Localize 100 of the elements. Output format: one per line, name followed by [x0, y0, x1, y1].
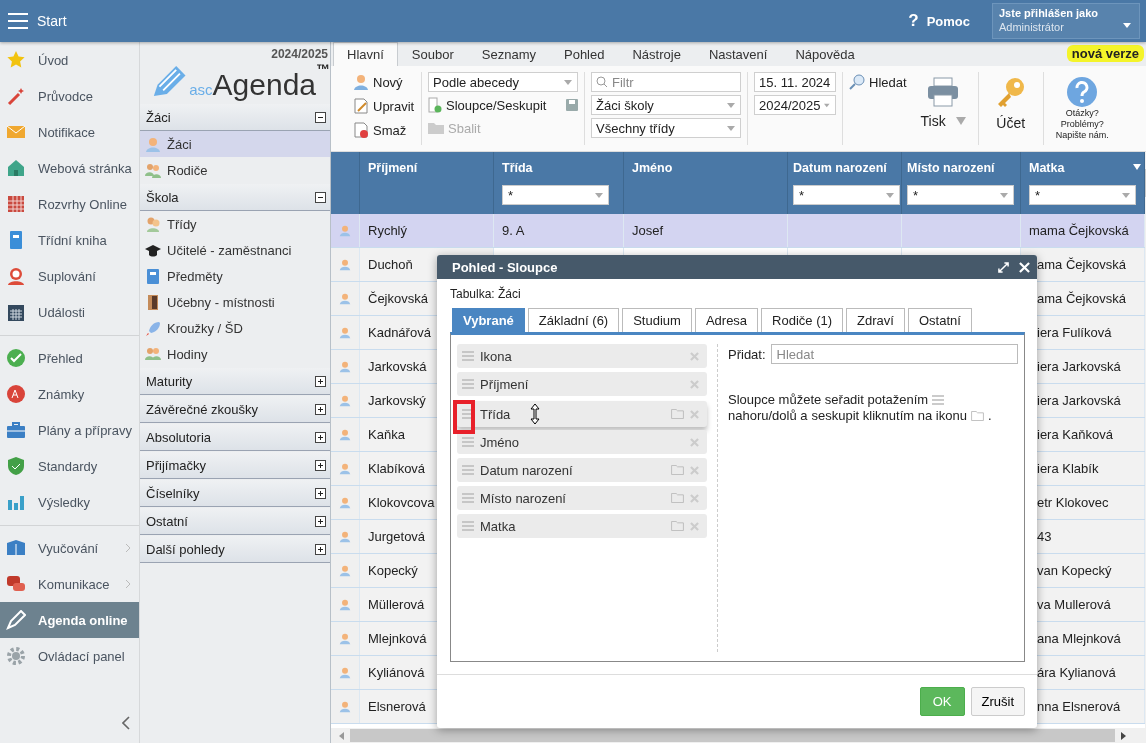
table-row[interactable]: Rychlý 9. A Josef mama Čejkovská: [331, 214, 1145, 248]
nav-item[interactable]: Komunikace: [0, 566, 139, 602]
year-select[interactable]: 2024/2025: [754, 95, 836, 115]
nav-item[interactable]: Průvodce: [0, 78, 139, 114]
drag-handle-icon[interactable]: [462, 493, 474, 503]
column-item[interactable]: Matka: [457, 514, 707, 538]
remove-icon[interactable]: [690, 437, 699, 447]
column-header[interactable]: Datum narození: [793, 161, 887, 175]
toolbar-button[interactable]: Upravit: [353, 96, 415, 116]
column-filter[interactable]: *: [1029, 185, 1136, 205]
dialog-tab[interactable]: Vybrané: [452, 308, 525, 332]
nav-item[interactable]: Třídní kniha: [0, 222, 139, 258]
column-header[interactable]: Třída: [502, 161, 533, 175]
nav-item[interactable]: Rozvrhy Online: [0, 186, 139, 222]
maximize-icon[interactable]: [998, 261, 1009, 273]
class-select[interactable]: Všechny třídy: [591, 118, 741, 138]
remove-icon[interactable]: [690, 351, 699, 361]
columns-button[interactable]: Sloupce/Seskupit: [428, 95, 547, 115]
nav-item[interactable]: Úvod: [0, 42, 139, 78]
column-header[interactable]: Příjmení: [368, 161, 418, 175]
filter-field[interactable]: Filtr: [591, 72, 741, 92]
column-item[interactable]: Datum narození: [457, 458, 707, 482]
dropdown-caret-icon[interactable]: [1133, 164, 1141, 170]
sidebar-item[interactable]: Předměty: [140, 263, 330, 289]
scroll-left-icon[interactable]: [339, 731, 344, 740]
close-icon[interactable]: [1019, 261, 1030, 273]
search-button[interactable]: Hledat: [849, 72, 907, 92]
account-button[interactable]: Účet: [994, 72, 1027, 131]
column-filter[interactable]: *: [907, 185, 1014, 205]
user-menu[interactable]: Jste přihlášen jako Administrátor: [992, 3, 1140, 39]
drag-handle-icon[interactable]: [462, 521, 474, 531]
remove-icon[interactable]: [690, 465, 699, 475]
drag-handle-icon[interactable]: [462, 409, 474, 419]
sidebar-item[interactable]: Rodiče: [140, 157, 330, 183]
sidebar-item[interactable]: Kroužky / ŠD: [140, 315, 330, 341]
folder-icon[interactable]: [671, 465, 684, 475]
start-label[interactable]: Start: [37, 13, 67, 29]
nav-item[interactable]: Výsledky: [0, 484, 139, 520]
ribbon-tab[interactable]: Hlavní: [333, 42, 398, 66]
dialog-tab[interactable]: Studium: [622, 308, 692, 332]
drag-handle-icon[interactable]: [462, 437, 474, 447]
help-link[interactable]: Pomoc: [926, 13, 970, 29]
ribbon-tab[interactable]: Nápověda: [781, 42, 869, 66]
ribbon-tab[interactable]: Nastavení: [694, 42, 782, 66]
dialog-tab[interactable]: Ostatní: [907, 308, 972, 332]
drag-handle-icon[interactable]: [462, 379, 474, 389]
folder-icon[interactable]: [671, 493, 684, 503]
column-header[interactable]: Matka: [1029, 161, 1065, 175]
column-item[interactable]: Ikona: [457, 344, 707, 368]
dialog-tab[interactable]: Základní (6): [527, 308, 620, 332]
date-field[interactable]: 15. 11. 2024: [754, 72, 836, 92]
search-field[interactable]: Hledat: [770, 344, 1018, 364]
dialog-tab[interactable]: Zdraví: [846, 308, 905, 332]
nav-item[interactable]: Plány a přípravy: [0, 412, 139, 448]
remove-icon[interactable]: [690, 379, 699, 389]
sidebar-item[interactable]: Žáci: [140, 131, 330, 157]
horizontal-scrollbar[interactable]: [331, 728, 1146, 743]
sidebar-item[interactable]: Učitelé - zaměstnanci: [140, 237, 330, 263]
remove-icon[interactable]: [690, 409, 699, 419]
menu-icon[interactable]: [8, 13, 28, 29]
column-item[interactable]: Příjmení: [457, 372, 707, 396]
collapse-icon[interactable]: [122, 716, 130, 730]
nav-item[interactable]: Webová stránka: [0, 150, 139, 186]
column-item[interactable]: Místo narození: [457, 486, 707, 510]
nav-item[interactable]: Události: [0, 294, 139, 330]
ribbon-tab[interactable]: Pohled: [550, 42, 619, 66]
help-button[interactable]: Otázky? Problémy? Napište nám.: [1055, 72, 1109, 141]
nav-item[interactable]: Suplování: [0, 258, 139, 294]
nav-item[interactable]: Standardy: [0, 448, 139, 484]
toolbar-button[interactable]: Smaž: [353, 120, 415, 140]
new-version-badge[interactable]: nová verze: [1066, 45, 1144, 62]
dialog-tab[interactable]: Adresa: [694, 308, 759, 332]
column-header[interactable]: Jméno: [632, 161, 673, 175]
column-filter[interactable]: *: [793, 185, 900, 205]
column-item[interactable]: Třída: [457, 401, 707, 427]
print-button[interactable]: Tisk: [920, 72, 966, 145]
sidebar-item[interactable]: Hodiny: [140, 341, 330, 367]
nav-item[interactable]: Agenda online: [0, 602, 139, 638]
drag-handle-icon[interactable]: [462, 465, 474, 475]
ribbon-tab[interactable]: Soubor: [397, 42, 468, 66]
ribbon-tab[interactable]: Seznamy: [467, 42, 550, 66]
sidebar-item[interactable]: Třídy: [140, 211, 330, 237]
dialog-tab[interactable]: Rodiče (1): [761, 308, 844, 332]
column-filter[interactable]: *: [502, 185, 609, 205]
save-icon[interactable]: [566, 99, 578, 111]
nav-item[interactable]: Známky: [0, 376, 139, 412]
folder-icon[interactable]: [671, 409, 684, 419]
drag-handle-icon[interactable]: [462, 351, 474, 361]
sort-select[interactable]: Podle abecedy: [428, 72, 578, 92]
nav-item[interactable]: Přehled: [0, 340, 139, 376]
sidebar-item[interactable]: Učebny - místnosti: [140, 289, 330, 315]
column-item[interactable]: Jméno: [457, 430, 707, 454]
nav-item[interactable]: Ovládací panel: [0, 638, 139, 674]
folder-icon[interactable]: [671, 521, 684, 531]
cancel-button[interactable]: Zrušit: [970, 687, 1025, 716]
scroll-right-icon[interactable]: [1121, 731, 1126, 740]
toolbar-button[interactable]: Nový: [353, 72, 415, 92]
nav-item[interactable]: Notifikace: [0, 114, 139, 150]
ribbon-tab[interactable]: Nástroje: [618, 42, 695, 66]
help-mark[interactable]: ?: [908, 11, 919, 31]
